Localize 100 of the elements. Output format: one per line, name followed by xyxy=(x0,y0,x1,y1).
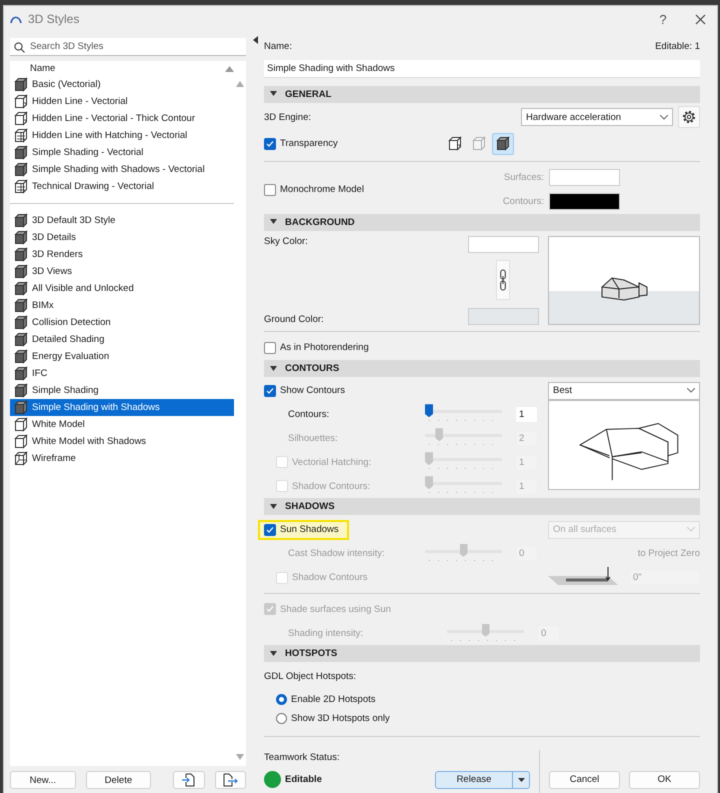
slider-label: Contours: xyxy=(287,408,330,420)
color-swatch[interactable] xyxy=(468,236,538,252)
export-icon xyxy=(222,773,238,787)
style-list-item[interactable]: Simple Shading - Vectorial xyxy=(10,144,234,161)
value-field[interactable]: 1 xyxy=(515,406,538,423)
radio-label: Show 3D Hotspots only xyxy=(291,713,390,724)
style-list-item[interactable]: Hidden Line with Hatching - Vectorial xyxy=(10,127,234,144)
style-list-item[interactable]: 3D Default 3D Style xyxy=(10,212,234,229)
shaded-cube-icon xyxy=(14,349,28,364)
column-header[interactable]: Name xyxy=(30,63,225,74)
section-header[interactable]: BACKGROUND xyxy=(264,214,700,230)
help-button[interactable]: ? xyxy=(653,12,673,26)
editable-count: Editable: 1 xyxy=(655,41,700,54)
settings-icon[interactable] xyxy=(678,106,700,128)
section-header[interactable]: CONTOURS xyxy=(264,360,700,377)
engine-label: 3D Engine: xyxy=(264,112,312,123)
radio-button[interactable] xyxy=(276,694,287,705)
checkbox-label: Shadow Contours xyxy=(292,572,368,584)
section-header[interactable]: HOTSPOTS xyxy=(264,645,700,662)
scroll-up-icon[interactable] xyxy=(236,81,244,87)
color-swatch[interactable] xyxy=(549,169,620,186)
style-list-item[interactable]: 3D Renders xyxy=(10,246,234,263)
checkbox[interactable] xyxy=(264,342,276,354)
hatched-cube-icon xyxy=(14,128,28,143)
style-list-item[interactable]: White Model with Shadows xyxy=(10,433,234,450)
expanded-triangle-icon xyxy=(270,366,277,372)
hatched-cube-icon xyxy=(14,179,28,194)
style-list-item[interactable]: White Model xyxy=(10,416,234,433)
style-list-item[interactable]: Energy Evaluation xyxy=(10,348,234,365)
checkbox-label: Shadow Contours: xyxy=(292,480,370,492)
window-title: 3D Styles xyxy=(28,12,80,26)
style-list-item[interactable]: Basic (Vectorial) xyxy=(10,76,234,93)
checkbox[interactable] xyxy=(264,184,276,196)
style-list-item[interactable]: Collision Detection xyxy=(10,314,234,331)
expanded-triangle-icon xyxy=(270,650,277,657)
style-list-item[interactable]: Wireframe xyxy=(10,450,234,467)
display-mode-button[interactable] xyxy=(492,132,514,155)
style-list-item[interactable]: IFC xyxy=(10,365,234,382)
chevron-down-icon xyxy=(660,114,668,120)
style-list-item[interactable]: Detailed Shading xyxy=(10,331,234,348)
style-list-item[interactable]: Hidden Line - Vectorial xyxy=(10,93,234,110)
hidden-line-cube-icon xyxy=(448,136,462,152)
slider-label: Shading intensity: xyxy=(287,628,364,640)
quality-dropdown[interactable]: Best xyxy=(548,382,700,400)
section-header[interactable]: SHADOWS xyxy=(264,498,700,515)
engine-dropdown[interactable]: Hardware acceleration xyxy=(521,108,673,126)
slider-thumb[interactable] xyxy=(425,404,433,418)
style-list-item[interactable]: Simple Shading with Shadows xyxy=(10,399,234,416)
shaded-cube-icon xyxy=(14,315,28,330)
sort-icon xyxy=(225,66,234,72)
link-icon[interactable] xyxy=(496,260,510,300)
wireframe-cube-icon xyxy=(14,451,28,466)
section-header[interactable]: GENERAL xyxy=(264,86,700,103)
color-swatch[interactable] xyxy=(468,308,538,326)
new-button[interactable]: New... xyxy=(10,771,76,789)
chevron-down-icon xyxy=(687,527,695,532)
checkbox-label: As in Photorendering xyxy=(280,342,369,354)
shaded-cube-icon xyxy=(14,213,28,228)
name-field[interactable]: Simple Shading with Shadows xyxy=(264,60,700,78)
slider-label: Silhouettes: xyxy=(287,432,339,444)
style-list-item[interactable]: 3D Details xyxy=(10,229,234,246)
outline-cube-icon xyxy=(14,434,28,449)
checkbox-label: Monochrome Model xyxy=(280,184,364,196)
style-list-item[interactable]: Simple Shading xyxy=(10,382,234,399)
release-split-button[interactable]: Release xyxy=(435,770,530,789)
ok-button[interactable]: OK xyxy=(629,770,700,789)
style-list-item[interactable]: Simple Shading with Shadows - Vectorial xyxy=(10,161,234,178)
hidden-line-cube-icon xyxy=(14,94,28,109)
surfaces-label: Surfaces: xyxy=(504,172,544,184)
slider[interactable] xyxy=(447,624,524,644)
checkbox[interactable] xyxy=(264,384,276,397)
checkbox[interactable] xyxy=(264,138,276,150)
import-button[interactable] xyxy=(173,771,205,789)
caret-icon xyxy=(518,778,524,782)
radio-button[interactable] xyxy=(276,713,287,724)
style-list-item[interactable]: All Visible and Unlocked xyxy=(10,280,234,297)
scroll-down-icon[interactable] xyxy=(236,754,244,760)
shaded-cube-icon xyxy=(14,332,28,347)
delete-button[interactable]: Delete xyxy=(86,771,152,789)
style-list-item[interactable]: BIMx xyxy=(10,297,234,314)
shaded-cube-icon xyxy=(496,136,510,152)
shaded-cube-icon xyxy=(14,162,28,177)
shaded-cube-icon xyxy=(14,247,28,262)
style-list-item[interactable]: Hidden Line - Vectorial - Thick Contour xyxy=(10,110,234,127)
cancel-button[interactable]: Cancel xyxy=(549,770,620,789)
ground-color-label: Ground Color: xyxy=(264,314,325,326)
color-swatch[interactable] xyxy=(549,193,620,210)
export-button[interactable] xyxy=(214,771,246,789)
checkbox-label: Show Contours xyxy=(280,385,345,396)
app-logo-icon xyxy=(10,14,22,24)
project-zero-label: to Project Zero xyxy=(638,548,700,560)
slider[interactable] xyxy=(425,544,502,564)
name-label: Name: xyxy=(264,41,292,54)
checkbox-label: Transparency xyxy=(280,138,338,150)
checkbox[interactable] xyxy=(264,524,276,536)
search-field[interactable]: Search 3D Styles xyxy=(10,38,246,56)
collapse-icon[interactable] xyxy=(252,36,258,44)
style-list-item[interactable]: Technical Drawing - Vectorial xyxy=(10,178,234,195)
contours-label: Contours: xyxy=(502,196,544,208)
style-list-item[interactable]: 3D Views xyxy=(10,263,234,280)
